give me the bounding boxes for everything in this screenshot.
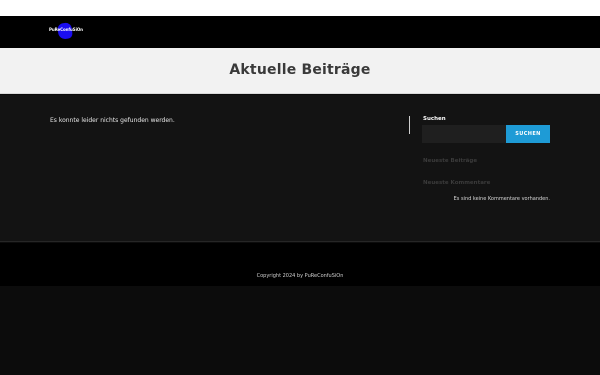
search-widget-title: Suchen <box>423 116 446 122</box>
site-header: PuReConfuSiOn <box>0 16 600 48</box>
site-logo-link[interactable]: PuReConfuSiOn <box>49 22 83 40</box>
copyright-text: Copyright 2024 by PuReConfuSiOn <box>256 273 344 279</box>
search-button[interactable]: SUCHEN <box>506 125 550 143</box>
site-footer: Copyright 2024 by PuReConfuSiOn <box>0 243 600 286</box>
logo-text: PuReConfuSiOn <box>49 27 83 32</box>
page-hero: Aktuelle Beiträge <box>0 48 600 94</box>
sidebar-divider <box>409 116 410 134</box>
not-found-message: Es konnte leider nichts gefunden werden. <box>50 117 175 124</box>
content-area: Es konnte leider nichts gefunden werden.… <box>0 95 600 242</box>
top-white-strip <box>0 0 600 16</box>
search-input[interactable] <box>422 125 506 143</box>
recent-comments-title: Neueste Kommentare <box>423 180 491 186</box>
page-title: Aktuelle Beiträge <box>229 62 371 78</box>
recent-posts-title: Neueste Beiträge <box>423 158 478 164</box>
page-bottom-area <box>0 286 600 375</box>
no-comments-message: Es sind keine Kommentare vorhanden. <box>453 196 550 202</box>
